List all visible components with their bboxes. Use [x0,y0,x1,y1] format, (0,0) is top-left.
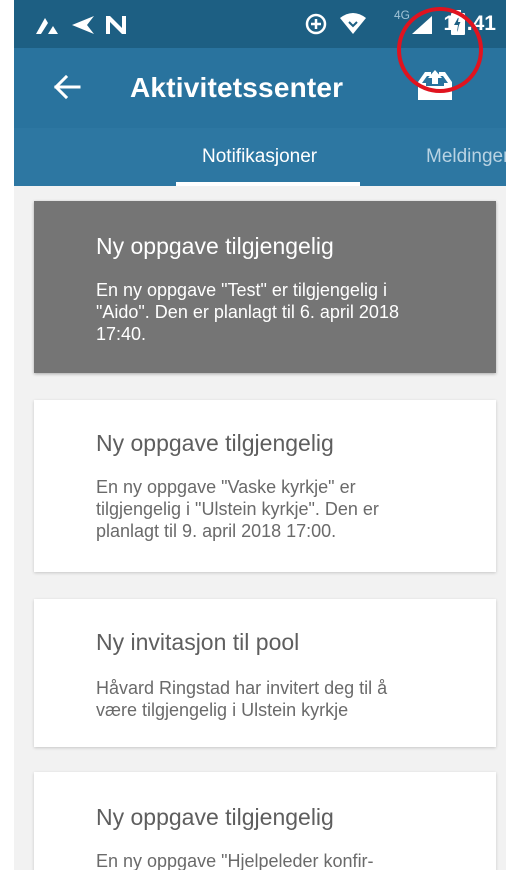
notification-body-line: En ny oppgave "Vaske kyrkje" er [96,477,356,497]
activity-center-screen: 4G 17.41 Aktivitetssenter Notifikasjoner… [0,0,512,870]
tab-messages[interactable]: Meldinger [426,146,506,168]
data-saver-icon [305,13,327,35]
status-bar: 4G 17.41 [14,0,506,48]
notification-title: Ny oppgave tilgjengelig [96,804,334,830]
notification-body-line: 17:40. [96,324,147,344]
notification-body-line: være tilgjengelig i Ulstein kyrkje [96,700,349,720]
status-time: 17.41 [443,12,496,35]
selected-tab-indicator [176,182,360,186]
tab-notifications[interactable]: Notifikasjoner [202,146,317,168]
notification-body-line: Håvard Ringstad har invitert deg til å [96,678,388,698]
network-type-label: 4G [394,8,411,22]
nfc-icon [106,16,126,34]
tab-bar: Notifikasjoner Meldinger [14,128,506,186]
notification-body-line: En ny oppgave "Hjelpeleder konfir- [96,851,374,870]
notification-title: Ny oppgave tilgjengelig [96,233,334,259]
notification-card[interactable]: Ny oppgave tilgjengelig En ny oppgave "T… [34,201,496,373]
notification-body-line: planlagt til 9. april 2018 17:00. [96,521,337,541]
share-upload-icon[interactable] [416,68,454,102]
notification-card[interactable]: Ny invitasjon til pool Håvard Ringstad h… [34,599,496,747]
arrow-back-icon[interactable] [52,72,82,102]
notification-body: En ny oppgave "Hjelpeleder konfir- [96,850,466,870]
notification-body-line: "Aido". Den er planlagt til 6. april 201… [96,302,399,322]
screenshot-border-right [506,0,512,870]
navigation-arrow-icon [72,16,94,34]
notification-title: Ny invitasjon til pool [96,629,300,655]
wifi-icon [340,13,366,34]
notification-body-line: tilgjengelig i "Ulstein kyrkje". Den er [96,499,379,519]
notification-title: Ny oppgave tilgjengelig [96,430,334,456]
app-bar: Aktivitetssenter [14,48,506,128]
notification-card[interactable]: Ny oppgave tilgjengelig En ny oppgave "V… [34,400,496,572]
screenshot-border-left [0,0,14,870]
signal-fade-icon [36,18,58,34]
notification-card[interactable]: Ny oppgave tilgjengelig En ny oppgave "H… [34,772,496,870]
cell-signal-icon [412,16,432,34]
page-title: Aktivitetssenter [130,72,344,103]
notification-body: Håvard Ringstad har invitert deg til å v… [96,677,466,721]
notification-body: En ny oppgave "Vaske kyrkje" er tilgjeng… [96,476,466,542]
notification-body-line: En ny oppgave "Test" er tilgjengelig i [96,280,387,300]
notification-body: En ny oppgave "Test" er tilgjengelig i "… [96,279,466,345]
